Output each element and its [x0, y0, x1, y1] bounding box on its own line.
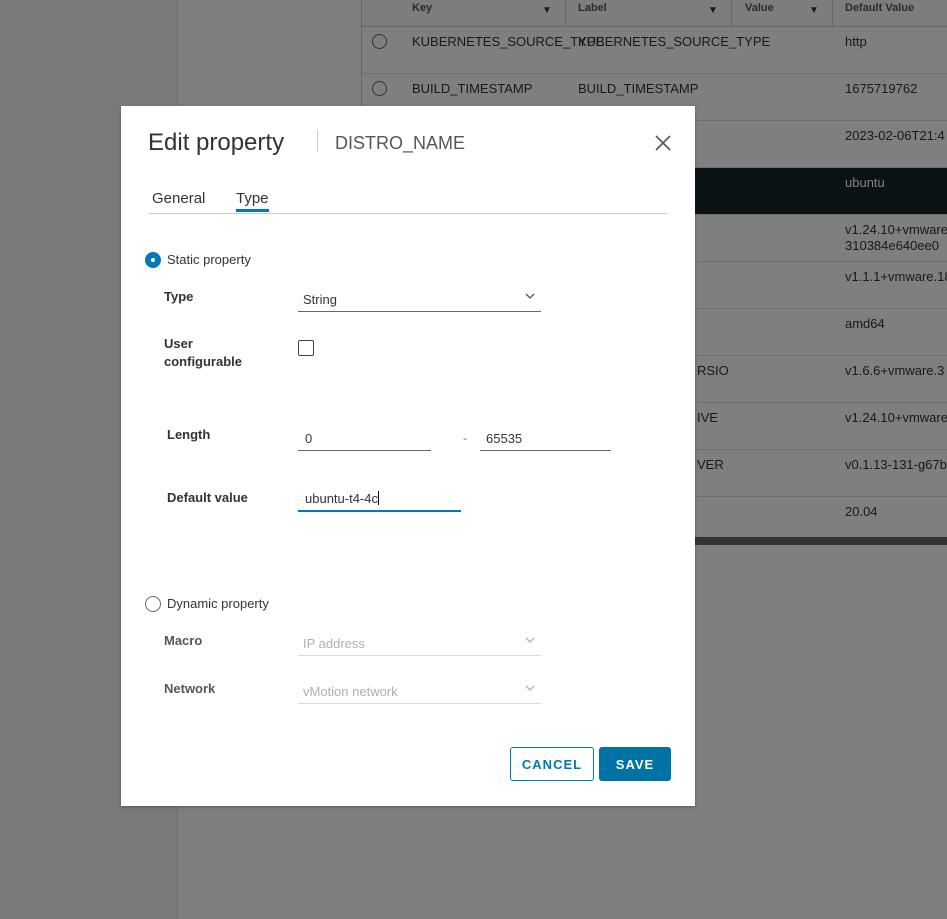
static-property-radio[interactable] [145, 252, 161, 268]
close-icon[interactable] [653, 133, 673, 153]
title-divider [317, 130, 318, 152]
network-select: vMotion network [298, 681, 541, 704]
user-configurable-label: User configurable [164, 335, 242, 371]
chevron-down-icon [525, 637, 535, 643]
length-max-input[interactable]: 65535 [480, 428, 611, 451]
text-caret [378, 491, 379, 505]
length-min-input[interactable]: 0 [298, 428, 431, 451]
dynamic-property-radio[interactable] [145, 596, 161, 612]
user-configurable-checkbox[interactable] [298, 340, 314, 356]
length-label: Length [167, 427, 211, 442]
network-label: Network [164, 681, 216, 696]
dynamic-property-label[interactable]: Dynamic property [167, 596, 269, 611]
cancel-button[interactable]: CANCEL [510, 747, 594, 781]
user-configurable-label-line2: configurable [164, 354, 243, 369]
static-property-label[interactable]: Static property [167, 252, 251, 267]
chevron-down-icon [525, 293, 535, 299]
save-button[interactable]: SAVE [599, 747, 671, 781]
length-separator: - [463, 431, 467, 445]
edit-property-dialog: Edit property DISTRO_NAME General Type S… [121, 106, 695, 806]
tab-type[interactable]: Type [236, 190, 269, 212]
dialog-subtitle: DISTRO_NAME [335, 133, 466, 153]
tab-bar: General Type [148, 188, 667, 214]
tab-general[interactable]: General [152, 190, 205, 207]
network-select-placeholder: vMotion network [303, 684, 398, 699]
macro-label: Macro [164, 633, 203, 648]
default-value-label: Default value [167, 490, 248, 505]
type-label: Type [164, 289, 194, 304]
user-configurable-label-line1: User [164, 336, 193, 351]
type-select[interactable]: String [298, 289, 541, 312]
macro-select-placeholder: IP address [303, 636, 365, 651]
type-select-value: String [303, 292, 337, 307]
default-value-text: ubuntu-t4-4c [305, 491, 378, 506]
macro-select: IP address [298, 633, 541, 656]
default-value-input[interactable]: ubuntu-t4-4c [298, 488, 461, 512]
length-max-value: 65535 [486, 431, 523, 446]
chevron-down-icon [525, 685, 535, 691]
length-min-value: 0 [305, 431, 313, 446]
dialog-title: Edit property [148, 129, 285, 156]
